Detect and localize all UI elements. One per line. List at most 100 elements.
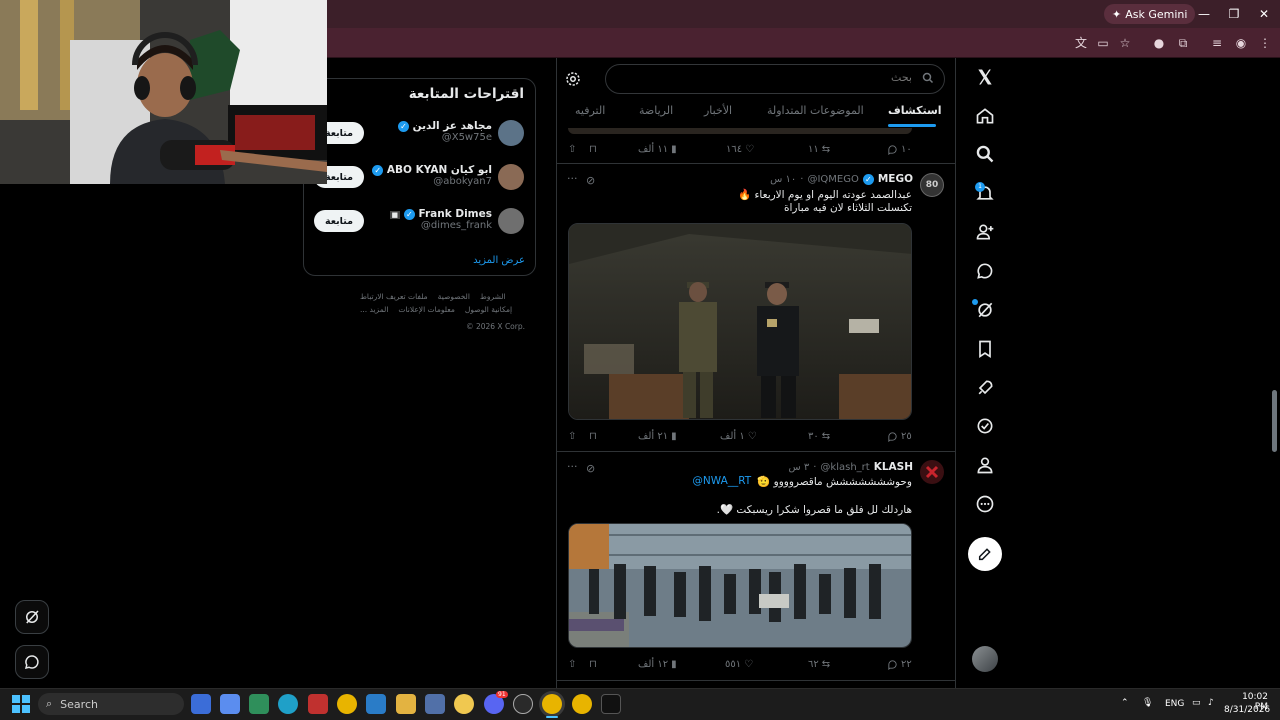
footer-link[interactable]: المزيد ...: [360, 305, 388, 314]
tweet-image[interactable]: [568, 223, 912, 420]
share-action[interactable]: ⇧: [568, 144, 576, 155]
rocket-icon[interactable]: [972, 375, 998, 401]
translate-icon[interactable]: 文: [1072, 34, 1090, 52]
show-more-link[interactable]: عرض المزيد: [400, 255, 525, 266]
views-action[interactable]: ٢١ ألف ▮: [638, 431, 677, 442]
compose-post-button[interactable]: [968, 537, 1002, 571]
tab-trending[interactable]: الموضوعات المتداولة: [767, 104, 864, 117]
suggestion-name[interactable]: Frank Dimes: [418, 208, 492, 220]
reply-action[interactable]: ٢٥: [887, 431, 912, 442]
app-icon[interactable]: [366, 694, 386, 714]
follow-person-icon[interactable]: [972, 219, 998, 245]
footer-link[interactable]: إمكانية الوصول: [465, 305, 512, 314]
app-icon[interactable]: [220, 694, 240, 714]
app-icon[interactable]: [513, 694, 533, 714]
explore-search-icon[interactable]: [972, 141, 998, 167]
chrome-active-app-icon[interactable]: [542, 694, 562, 714]
account-avatar[interactable]: [972, 646, 998, 672]
ask-gemini-button[interactable]: ✦ Ask Gemini: [1104, 4, 1196, 24]
tweet-author[interactable]: MEGO: [878, 173, 913, 185]
repost-action[interactable]: ٣٠ ⇆: [808, 431, 830, 442]
app-icon[interactable]: [425, 694, 445, 714]
home-icon[interactable]: [972, 103, 998, 129]
app-icon[interactable]: [454, 694, 474, 714]
clock-date[interactable]: 8/31/2026: [1224, 705, 1270, 715]
reply-action[interactable]: ٢٢: [887, 659, 912, 670]
extension-shield-icon[interactable]: ●: [1150, 34, 1168, 52]
tab-entertainment[interactable]: الترفيه: [575, 104, 605, 117]
tweet-avatar[interactable]: [920, 460, 944, 484]
chat-icon[interactable]: [972, 258, 998, 284]
footer-link[interactable]: معلومات الإعلانات: [398, 305, 454, 314]
bookmark-action[interactable]: ⊓: [589, 144, 597, 155]
views-action[interactable]: ١٢ ألف ▮: [638, 659, 677, 670]
suggestion-avatar[interactable]: [498, 120, 524, 146]
tweet-more-icon[interactable]: ···: [567, 460, 578, 473]
cast-icon[interactable]: ▭: [1094, 34, 1112, 52]
profile-avatar-icon[interactable]: ◉: [1232, 34, 1250, 52]
tab-explore[interactable]: استكشاف: [888, 104, 942, 117]
footer-link[interactable]: الشروط: [480, 292, 506, 301]
share-action[interactable]: ⇧: [568, 431, 576, 442]
search-box[interactable]: [605, 64, 945, 94]
repost-action[interactable]: ١١ ⇆: [808, 144, 830, 155]
edge-app-icon[interactable]: [278, 694, 298, 714]
microphone-icon[interactable]: 🎙: [1142, 698, 1153, 708]
tweet-image[interactable]: [568, 523, 912, 648]
chrome-app-icon[interactable]: [337, 694, 357, 714]
suggestion-name[interactable]: مجاهد عز الدين: [413, 120, 492, 132]
app-icon[interactable]: [191, 694, 211, 714]
footer-link[interactable]: ملفات تعريف الارتباط: [360, 292, 428, 301]
grok-explain-icon[interactable]: ⊘: [586, 462, 595, 475]
suggestion-avatar[interactable]: [498, 208, 524, 234]
extensions-puzzle-icon[interactable]: ⧉: [1174, 34, 1192, 52]
tweet-handle[interactable]: @IQMEGO: [807, 174, 858, 185]
bookmark-action[interactable]: ⊓: [589, 431, 597, 442]
windows-start-icon[interactable]: [12, 695, 30, 713]
tweet-more-icon[interactable]: ···: [567, 172, 578, 185]
suggestion-avatar[interactable]: [498, 164, 524, 190]
network-icon[interactable]: ▭: [1192, 698, 1201, 708]
more-menu-icon[interactable]: ⋮: [1256, 34, 1274, 52]
suggestion-name[interactable]: ABO KYAN ابو كيان: [387, 164, 492, 176]
follow-button[interactable]: متابعة: [314, 210, 364, 232]
like-action[interactable]: ٥٥١ ♡: [725, 659, 753, 670]
search-input[interactable]: [632, 71, 912, 84]
maximize-button[interactable]: ❐: [1224, 4, 1244, 24]
tab-sports[interactable]: الرياضة: [639, 104, 673, 117]
file-explorer-icon[interactable]: [396, 694, 416, 714]
verified-badge-icon[interactable]: [972, 413, 998, 439]
app-icon[interactable]: [601, 694, 621, 714]
tray-overflow-icon[interactable]: ⌃: [1121, 698, 1129, 708]
more-circle-icon[interactable]: [972, 491, 998, 517]
page-scrollbar-thumb[interactable]: [1272, 390, 1277, 452]
grok-floating-button[interactable]: [15, 600, 49, 634]
profile-person-icon[interactable]: [972, 452, 998, 478]
x-logo-icon[interactable]: [972, 64, 998, 90]
taskbar-search[interactable]: ⌕ Search: [38, 693, 184, 715]
language-indicator[interactable]: ENG: [1165, 699, 1184, 709]
minimize-button[interactable]: —: [1194, 4, 1214, 24]
close-window-button[interactable]: ✕: [1254, 4, 1274, 24]
tab-news[interactable]: الأخبار: [704, 104, 732, 117]
like-action[interactable]: ١٦٤ ♡: [726, 144, 754, 155]
footer-link[interactable]: الخصوصية: [438, 292, 470, 301]
media-controls-icon[interactable]: ≡: [1208, 34, 1226, 52]
chrome-app-icon[interactable]: [572, 694, 592, 714]
store-app-icon[interactable]: [249, 694, 269, 714]
app-icon[interactable]: [308, 694, 328, 714]
repost-action[interactable]: ٦٢ ⇆: [808, 659, 830, 670]
bookmarks-icon[interactable]: [972, 336, 998, 362]
share-action[interactable]: ⇧: [568, 659, 576, 670]
like-action[interactable]: ١ ألف ♡: [720, 431, 757, 442]
grok-explain-icon[interactable]: ⊘: [586, 174, 595, 187]
volume-icon[interactable]: ♪: [1208, 698, 1214, 708]
tweet-avatar[interactable]: 80: [920, 173, 944, 197]
settings-gear-icon[interactable]: [564, 70, 582, 88]
tweet-handle[interactable]: @klash_rt: [820, 462, 869, 473]
messages-floating-button[interactable]: [15, 645, 49, 679]
views-action[interactable]: ١١ ألف ▮: [638, 144, 677, 155]
bookmark-star-icon[interactable]: ☆: [1116, 34, 1134, 52]
bookmark-action[interactable]: ⊓: [589, 659, 597, 670]
tweet-author[interactable]: KLASH: [874, 461, 913, 473]
